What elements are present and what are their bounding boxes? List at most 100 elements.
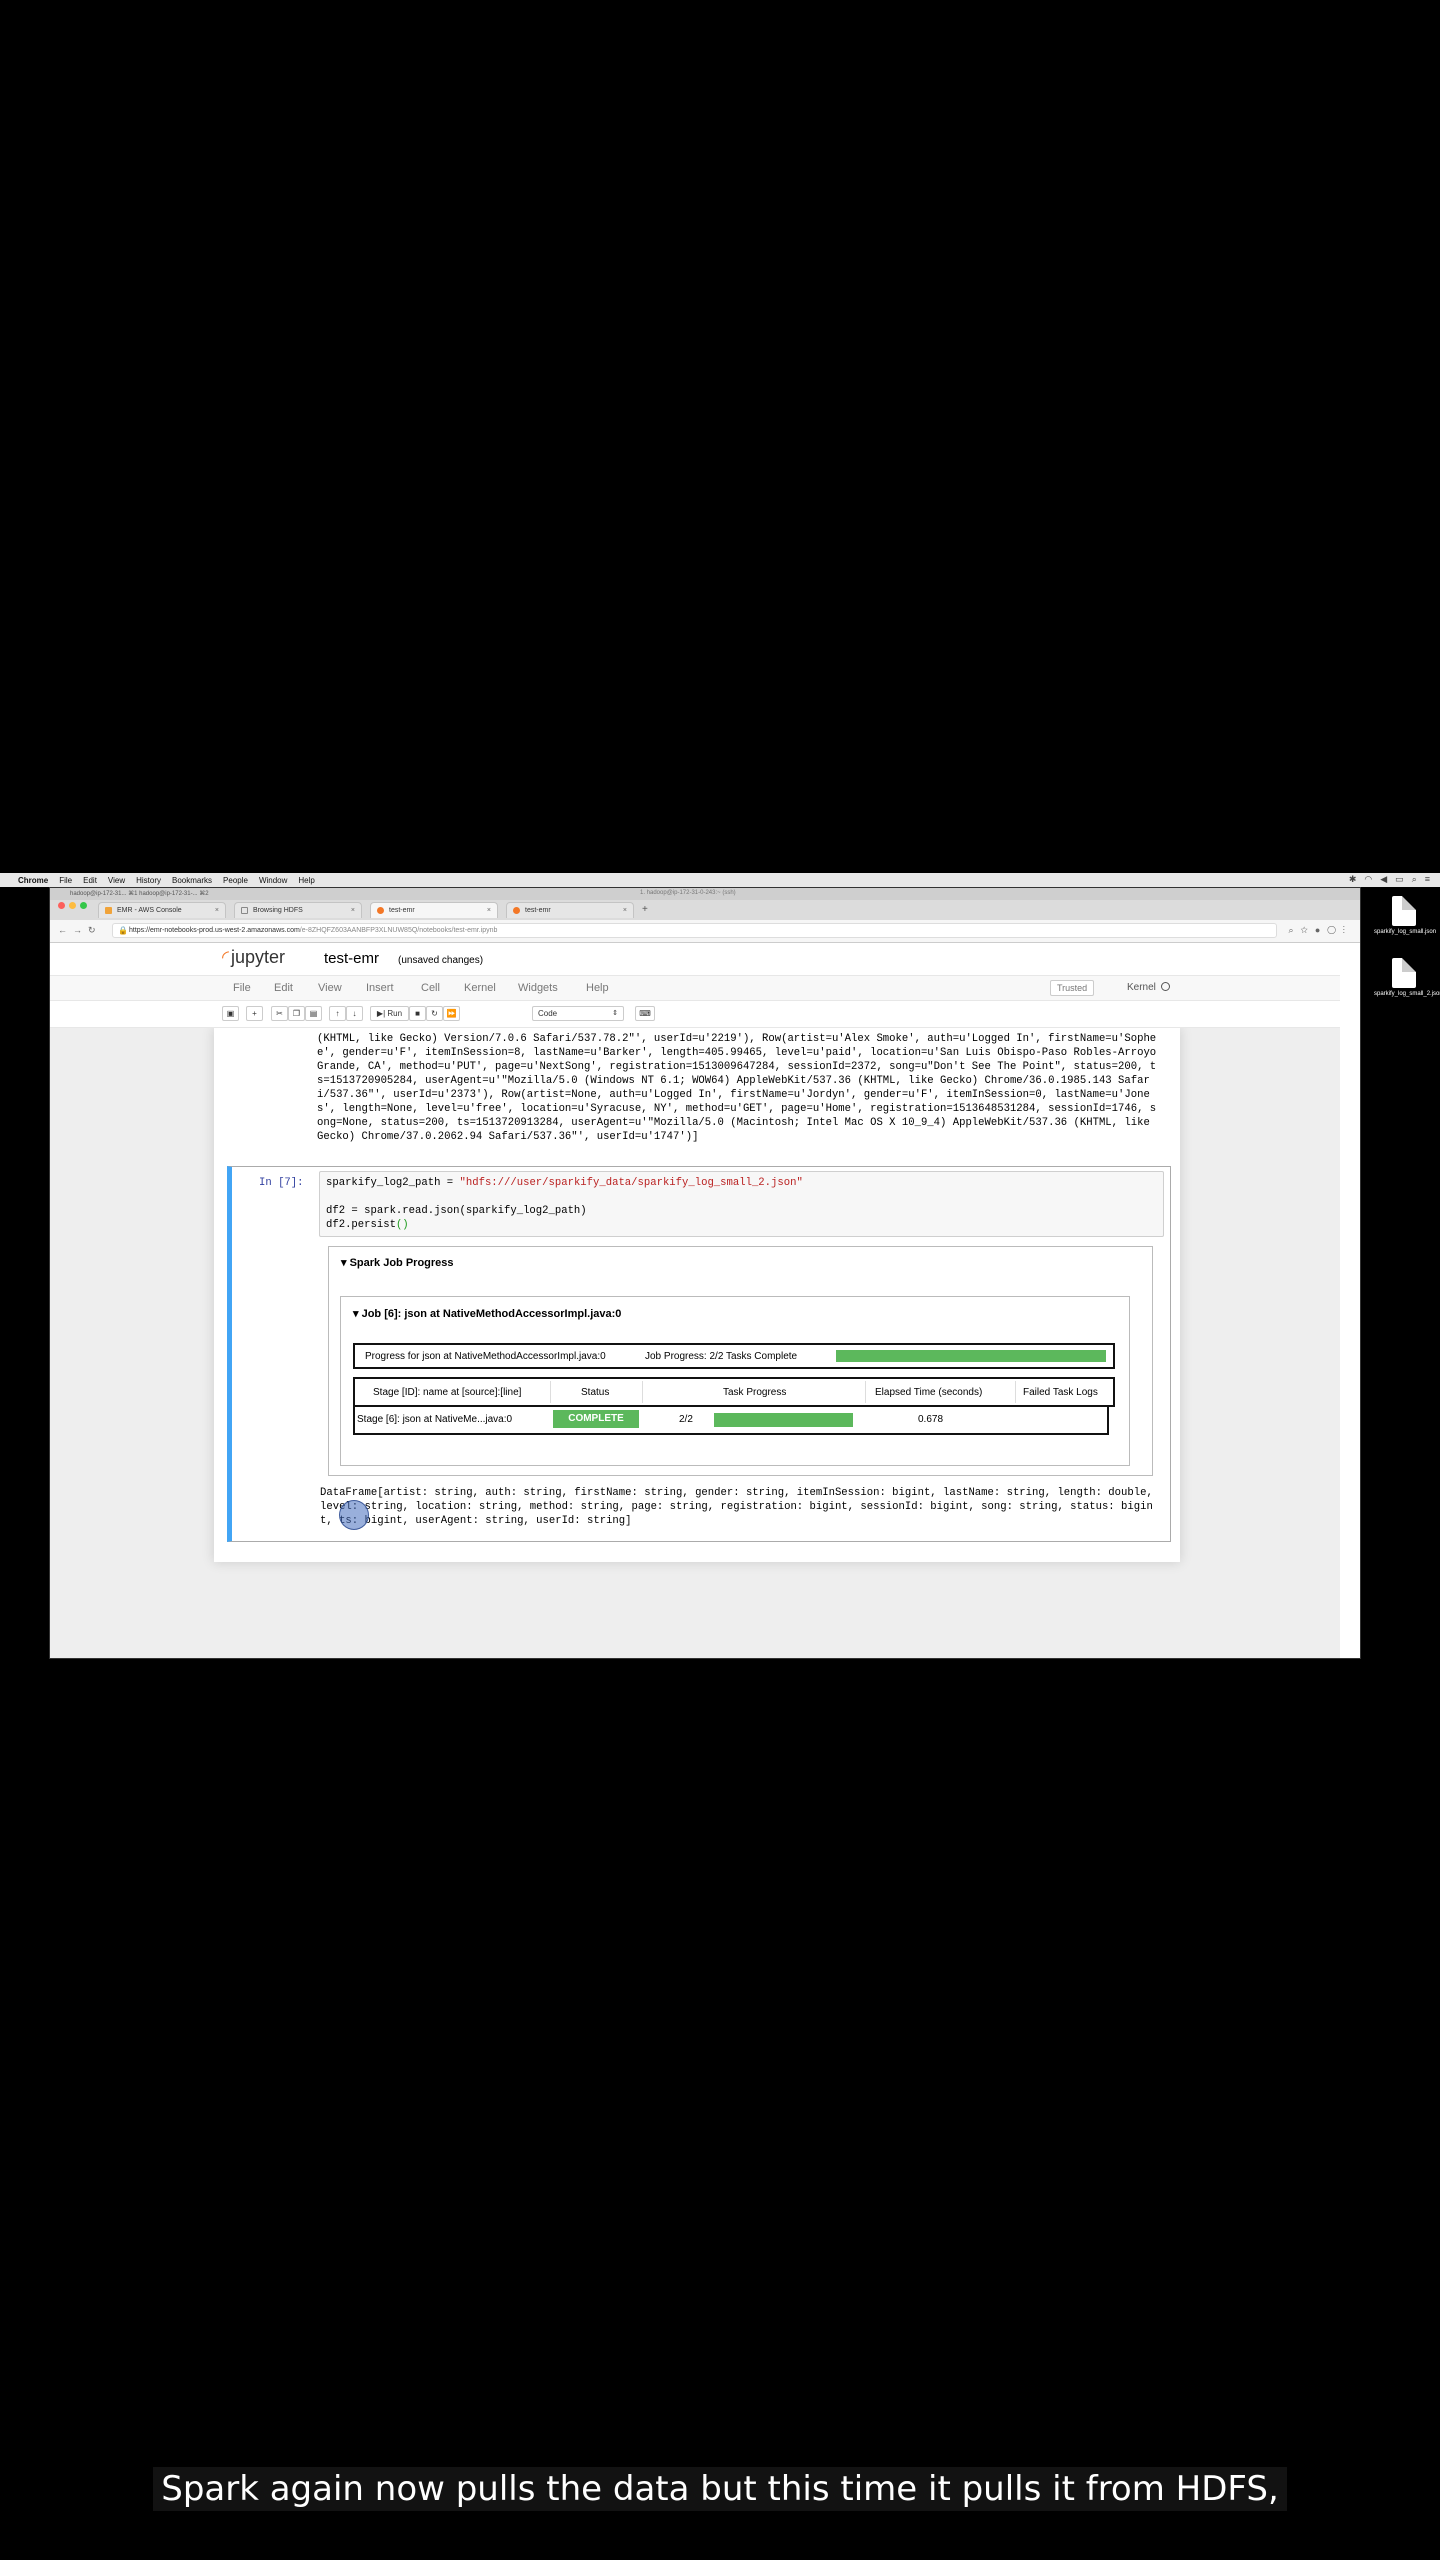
zoom-icon[interactable]: ⌕ xyxy=(1288,925,1300,935)
insert-cell-button[interactable]: + xyxy=(246,1006,263,1021)
os-menu-bookmarks[interactable]: Bookmarks xyxy=(172,876,212,885)
stage-table-header: Stage [ID]: name at [source]:[line] Stat… xyxy=(353,1377,1115,1407)
job-header[interactable]: ▾ Job [6]: json at NativeMethodAccessorI… xyxy=(353,1307,621,1320)
more-icon[interactable]: ⋮ xyxy=(1343,925,1352,935)
zoom-window-button[interactable] xyxy=(80,902,87,909)
os-menu-history[interactable]: History xyxy=(136,876,161,885)
os-menu-file[interactable]: File xyxy=(59,876,72,885)
column-divider xyxy=(865,1381,866,1403)
desktop-file-2[interactable]: sparkify_log_small_2.json xyxy=(1374,958,1440,997)
notebook-container[interactable]: (KHTML, like Gecko) Version/7.0.6 Safari… xyxy=(50,1028,1340,1658)
menu-file[interactable]: File xyxy=(233,982,251,994)
trusted-indicator[interactable]: Trusted xyxy=(1050,980,1095,996)
menu-view[interactable]: View xyxy=(318,982,342,994)
menu-cell[interactable]: Cell xyxy=(421,982,440,994)
os-menu-people[interactable]: People xyxy=(223,876,248,885)
browser-tab-test-emr-active[interactable]: test-emr × xyxy=(370,902,498,918)
jupyter-favicon-icon xyxy=(513,907,520,914)
wifi-icon[interactable]: ◠ xyxy=(1364,874,1372,885)
url-host: https://emr-notebooks-prod.us-west-2.ama… xyxy=(129,927,300,934)
status-icons: ✱ ◠ ◀ ▭ ⌕ ≡ xyxy=(1349,874,1430,885)
url-field[interactable]: 🔒 https://emr-notebooks-prod.us-west-2.a… xyxy=(112,923,1277,938)
back-icon[interactable]: ← xyxy=(58,925,73,935)
restart-button[interactable]: ↻ xyxy=(426,1006,443,1021)
close-tab-icon[interactable]: × xyxy=(623,907,627,914)
os-menu-app[interactable]: Chrome xyxy=(18,876,48,885)
status-badge: COMPLETE xyxy=(553,1410,639,1428)
cut-button[interactable]: ✂ xyxy=(271,1006,288,1021)
spark-progress-header[interactable]: ▾ Spark Job Progress xyxy=(341,1256,454,1269)
page-favicon-icon xyxy=(241,907,248,914)
fast-forward-icon: ⏩ xyxy=(446,1009,457,1018)
stop-icon: ■ xyxy=(415,1009,420,1018)
extension-icon[interactable]: ● xyxy=(1315,925,1327,935)
code-parens: () xyxy=(395,1219,409,1231)
run-button[interactable]: ▶| Run xyxy=(370,1006,409,1021)
dataframe-output: DataFrame[artist: string, auth: string, … xyxy=(320,1487,1160,1527)
menu-list-icon[interactable]: ≡ xyxy=(1425,874,1430,885)
bluetooth-icon[interactable]: ✱ xyxy=(1349,874,1357,885)
menu-widgets[interactable]: Widgets xyxy=(518,982,558,994)
video-caption: Spark again now pulls the data but this … xyxy=(0,2467,1440,2511)
terminal-tabs[interactable]: hadoop@ip-172-31... ⌘1 hadoop@ip-172-31-… xyxy=(70,890,209,897)
forward-icon[interactable]: → xyxy=(73,925,88,935)
paste-button[interactable]: ▤ xyxy=(305,1006,322,1021)
command-palette-button[interactable]: ⌨ xyxy=(635,1006,655,1021)
os-menu-window[interactable]: Window xyxy=(259,876,287,885)
reload-icon[interactable]: ↻ xyxy=(88,925,102,935)
copy-icon: ❐ xyxy=(292,1009,301,1018)
tab-label: Browsing HDFS xyxy=(253,907,303,914)
col-failed-logs: Failed Task Logs xyxy=(1023,1387,1098,1398)
window-controls xyxy=(58,902,87,909)
code-editor[interactable]: sparkify_log2_path = "hdfs:///user/spark… xyxy=(319,1171,1164,1237)
browser-tab-emr-console[interactable]: EMR - AWS Console × xyxy=(98,902,226,918)
os-menu-view[interactable]: View xyxy=(108,876,125,885)
column-divider xyxy=(550,1381,551,1403)
browser-tab-hdfs[interactable]: Browsing HDFS × xyxy=(234,902,362,918)
cell-type-select[interactable]: Code ⇕ xyxy=(532,1006,624,1021)
tab-label: test-emr xyxy=(525,907,551,914)
close-window-button[interactable] xyxy=(58,902,65,909)
plus-icon: + xyxy=(252,1009,257,1018)
terminal-title: 1. hadoop@ip-172-31-0-243:~ (ssh) xyxy=(640,890,736,896)
search-icon[interactable]: ⌕ xyxy=(1412,874,1417,885)
os-menu-edit[interactable]: Edit xyxy=(83,876,97,885)
code-line-2: df2 = spark.read.json(sparkify_log2_path… xyxy=(326,1205,587,1217)
volume-icon[interactable]: ◀ xyxy=(1380,874,1387,885)
jupyter-logo[interactable]: ◜ jupyter xyxy=(222,947,285,968)
desktop-file-1[interactable]: sparkify_log_small.json xyxy=(1374,896,1437,935)
interrupt-button[interactable]: ■ xyxy=(409,1006,426,1021)
code-cell-selected[interactable]: In [7]: sparkify_log2_path = "hdfs:///us… xyxy=(227,1166,1171,1542)
battery-icon[interactable]: ▭ xyxy=(1395,874,1404,885)
os-menu-help[interactable]: Help xyxy=(298,876,314,885)
menu-help[interactable]: Help xyxy=(586,982,609,994)
browser-tab-test-emr[interactable]: test-emr × xyxy=(506,902,634,918)
notebook-name[interactable]: test-emr xyxy=(324,950,379,967)
cell-prompt: In [7]: xyxy=(259,1177,304,1189)
column-divider xyxy=(1015,1381,1016,1403)
close-tab-icon[interactable]: × xyxy=(351,907,355,914)
desktop-file-label: sparkify_log_small.json xyxy=(1374,929,1437,935)
minimize-window-button[interactable] xyxy=(69,902,76,909)
move-up-button[interactable]: ↑ xyxy=(329,1006,346,1021)
close-tab-icon[interactable]: × xyxy=(215,907,219,914)
menu-insert[interactable]: Insert xyxy=(366,982,394,994)
menu-edit[interactable]: Edit xyxy=(274,982,293,994)
job-progress-bar xyxy=(836,1350,1106,1362)
close-tab-icon[interactable]: × xyxy=(487,907,491,914)
os-menu-bar: Chrome File Edit View History Bookmarks … xyxy=(0,873,1440,887)
copy-button[interactable]: ❐ xyxy=(288,1006,305,1021)
star-icon[interactable]: ☆ xyxy=(1301,925,1315,935)
paste-icon: ▤ xyxy=(309,1009,318,1018)
restart-run-all-button[interactable]: ⏩ xyxy=(443,1006,460,1021)
progress-for-label: Progress for json at NativeMethodAccesso… xyxy=(365,1351,606,1362)
save-button[interactable]: ▣ xyxy=(222,1006,239,1021)
new-tab-button[interactable]: + xyxy=(642,904,648,918)
spark-job-box: ▾ Job [6]: json at NativeMethodAccessorI… xyxy=(340,1296,1130,1466)
profile-icon[interactable]: ◯ xyxy=(1327,925,1342,935)
move-down-button[interactable]: ↓ xyxy=(346,1006,363,1021)
desktop-file-label: sparkify_log_small_2.json xyxy=(1374,991,1440,997)
menu-kernel[interactable]: Kernel xyxy=(464,982,496,994)
job-progress-row: Progress for json at NativeMethodAccesso… xyxy=(353,1343,1115,1369)
code-line-3: df2.persist xyxy=(326,1219,396,1231)
